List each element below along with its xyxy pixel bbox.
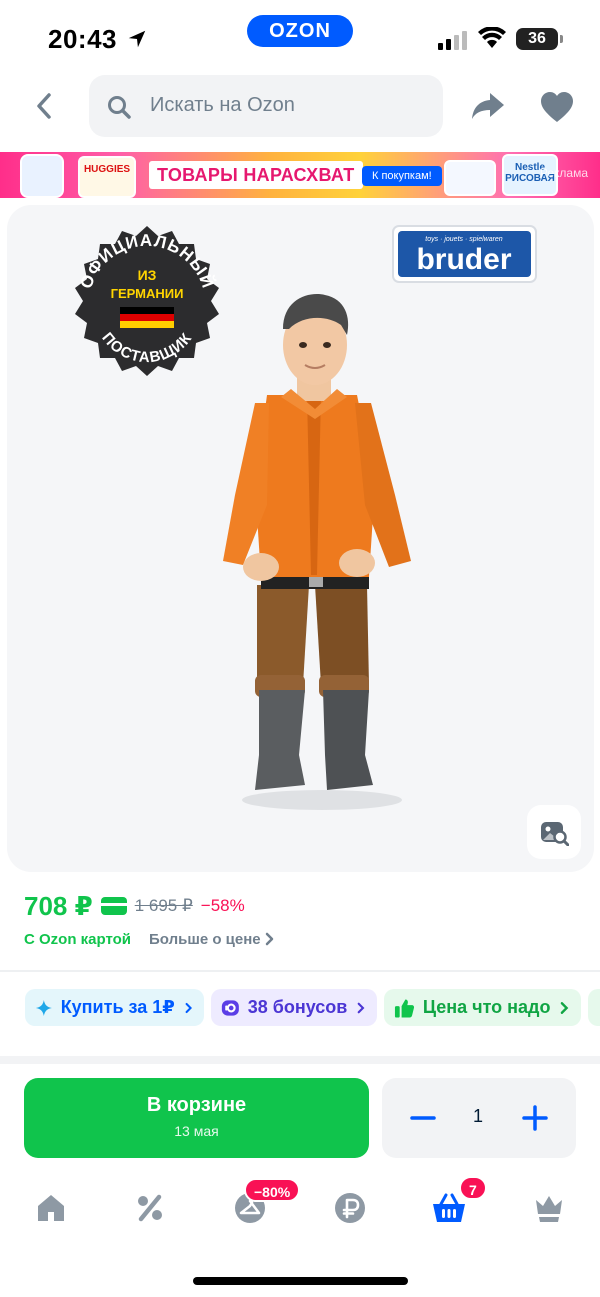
chip-label: 38 бонусов xyxy=(247,997,348,1017)
ad-product-image xyxy=(20,154,64,198)
delivery-date: 13 мая xyxy=(174,1123,219,1139)
bonuses-chip[interactable]: 38 бонусов xyxy=(211,989,377,1026)
chevron-right-icon xyxy=(561,1001,569,1014)
buy-for-1-ruble-chip[interactable]: Купить за 1₽ xyxy=(25,989,204,1026)
ad-banner[interactable]: HUGGIES ТОВАРЫ НАРАСХВАТ К покупкам! Nes… xyxy=(0,152,600,198)
nav-home[interactable] xyxy=(29,1186,73,1230)
wifi-icon xyxy=(478,27,506,48)
chevron-left-icon xyxy=(37,93,51,119)
minus-icon[interactable] xyxy=(406,1100,440,1136)
home-indicator xyxy=(193,1277,408,1285)
good-price-chip[interactable]: Цена что надо xyxy=(384,989,581,1026)
price-subline: С Ozon картой Больше о цене xyxy=(24,928,275,950)
share-icon[interactable] xyxy=(470,88,506,124)
nav-finance[interactable] xyxy=(328,1186,372,1230)
basket-icon xyxy=(433,1193,465,1222)
cart-count-badge: 7 xyxy=(459,1176,487,1200)
chevron-right-icon xyxy=(185,1002,192,1013)
ad-product-image: HUGGIES xyxy=(78,156,136,198)
search-placeholder: Искать на Ozon xyxy=(150,94,295,116)
discount-percent: −58% xyxy=(200,896,245,915)
chip-label: Цена что надо xyxy=(422,997,551,1017)
location-arrow-icon xyxy=(128,30,146,48)
product-figure-image xyxy=(223,294,411,810)
search-header: Искать на Ozon xyxy=(0,74,600,138)
ad-label: Реклама xyxy=(539,166,588,180)
battery-indicator: 36 xyxy=(516,28,563,50)
product-page: 20:43 OZON 36 Искать на Ozon HUGGIES ТОВ… xyxy=(0,0,600,1297)
status-time: 20:43 xyxy=(48,24,117,54)
ad-product-image xyxy=(444,160,496,196)
bonus-icon xyxy=(221,999,239,1016)
in-cart-button[interactable]: В корзине 13 мая xyxy=(24,1078,369,1158)
section-separator xyxy=(0,1056,600,1064)
percent-icon xyxy=(138,1194,162,1222)
bottom-nav: −80% 7 xyxy=(0,1176,600,1246)
brand-logo-text: bruder xyxy=(416,243,511,276)
search-input[interactable]: Искать на Ozon xyxy=(89,75,443,137)
divider xyxy=(0,970,600,972)
quantity-value: 1 xyxy=(472,1106,483,1126)
ozon-card-icon xyxy=(100,897,127,915)
product-image-gallery[interactable]: ОФИЦИАЛЬНЫЙ ПОСТАВЩИК ИЗ ГЕРМАНИИ toys ·… xyxy=(7,205,594,872)
chevron-right-icon xyxy=(357,1002,365,1013)
chip-label: Купить за 1₽ xyxy=(60,997,175,1017)
bruder-logo: toys · jouets · spielwaren bruder xyxy=(392,225,537,283)
search-icon xyxy=(108,96,131,119)
ozon-card-label: С Ozon картой xyxy=(24,930,132,948)
old-price: 1 695 ₽ xyxy=(134,896,193,915)
crown-icon xyxy=(536,1196,562,1222)
chevron-right-icon xyxy=(265,932,273,946)
badge-mid-text: ГЕРМАНИИ xyxy=(111,286,184,301)
image-search-icon xyxy=(541,822,569,846)
quantity-stepper: 1 xyxy=(382,1078,576,1158)
thumbs-up-icon xyxy=(394,998,415,1017)
status-bar: 20:43 OZON 36 xyxy=(0,0,600,72)
ad-cta-button[interactable]: К покупкам! xyxy=(362,166,442,186)
more-chip[interactable] xyxy=(588,989,600,1026)
ozon-brand-pill: OZON xyxy=(247,15,353,47)
image-search-button[interactable] xyxy=(527,805,581,859)
badge-mid-text: ИЗ xyxy=(138,267,157,283)
nav-profile[interactable] xyxy=(527,1186,571,1230)
ad-title: ТОВАРЫ НАРАСХВАТ xyxy=(149,161,363,189)
current-price: 708 ₽ xyxy=(24,890,93,921)
plus-icon[interactable] xyxy=(518,1100,552,1136)
back-button[interactable] xyxy=(24,86,64,126)
sparkle-icon xyxy=(35,999,52,1016)
heart-icon[interactable] xyxy=(539,90,575,124)
cell-signal-icon xyxy=(438,31,467,50)
promo-chips: Купить за 1₽ 38 бонусов Цена что надо xyxy=(25,989,600,1027)
more-about-price-link[interactable]: Больше о цене xyxy=(149,931,275,948)
brand-tagline: toys · jouets · spielwaren xyxy=(425,236,503,243)
nav-promotions[interactable] xyxy=(128,1186,172,1230)
price-row: 708 ₽ 1 695 ₽ −58% xyxy=(24,888,245,924)
home-icon xyxy=(38,1195,64,1221)
ruble-icon xyxy=(335,1193,365,1223)
promo-badge: −80% xyxy=(244,1178,301,1202)
cart-button-label: В корзине xyxy=(146,1094,247,1116)
more-about-price-label: Больше о цене xyxy=(149,930,261,948)
